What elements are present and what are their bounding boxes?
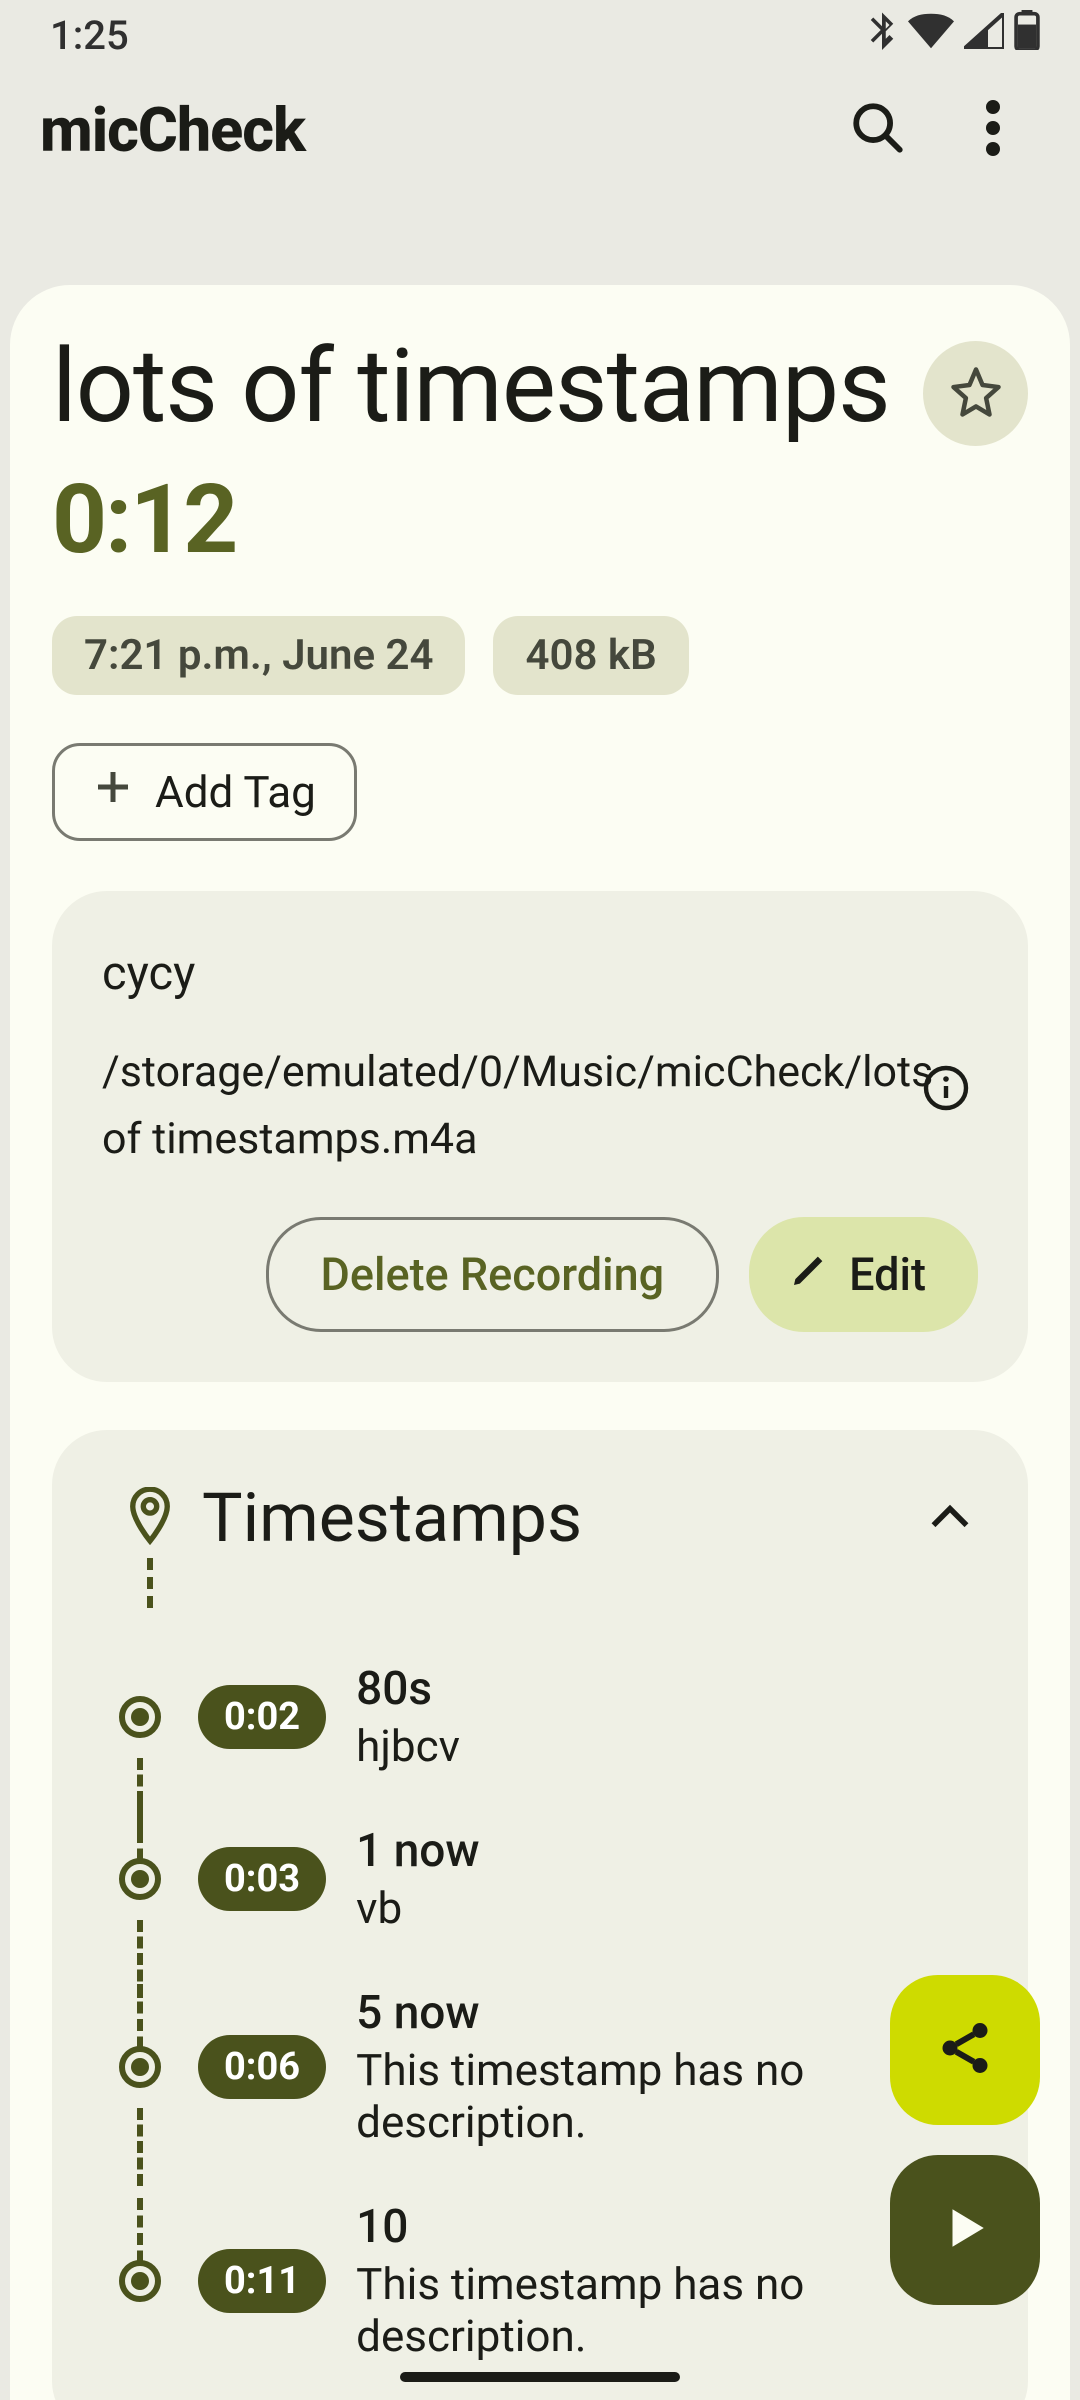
recording-duration: 0:12 (52, 464, 1028, 576)
timestamp-label: 10 (356, 2200, 980, 2254)
timestamp-time: 0:06 (198, 2035, 326, 2099)
wifi-icon (908, 12, 954, 59)
pencil-icon (789, 1248, 829, 1301)
info-button[interactable] (922, 1064, 970, 1116)
play-fab[interactable] (890, 2155, 1040, 2305)
edit-button[interactable]: Edit (749, 1217, 978, 1332)
timeline-dot-icon (119, 1858, 161, 1900)
timestamp-time: 0:11 (198, 2249, 326, 2313)
recording-title: lots of timestamps (52, 333, 890, 440)
recording-info-card: cycy /storage/emulated/0/Music/micCheck/… (52, 891, 1028, 1382)
datetime-chip: 7:21 p.m., June 24 (52, 616, 465, 695)
timestamp-label: 1 now (356, 1824, 980, 1878)
timestamp-time: 0:03 (198, 1847, 326, 1911)
status-time: 1:25 (50, 12, 129, 59)
timestamp-label: 80s (356, 1662, 980, 1716)
app-bar: micCheck (0, 70, 1080, 190)
favorite-button[interactable] (923, 341, 1028, 446)
battery-icon (1014, 10, 1040, 60)
timestamps-list: 0:02 80s hjbcv 0:03 1 now vb (100, 1636, 980, 2388)
timestamp-desc: This timestamp has no description. (356, 2044, 980, 2148)
status-bar: 1:25 (0, 0, 1080, 70)
timestamp-row[interactable]: 0:06 5 now This timestamp has no descrip… (100, 1960, 980, 2174)
recording-path: /storage/emulated/0/Music/micCheck/lots … (102, 1039, 912, 1172)
timestamps-header[interactable]: Timestamps (100, 1478, 980, 1558)
timeline-dot-icon (119, 1696, 161, 1738)
timestamp-row[interactable]: 0:02 80s hjbcv (100, 1636, 980, 1798)
edit-label: Edit (849, 1248, 926, 1301)
timeline-dot-icon (119, 2260, 161, 2302)
recording-note: cycy (102, 946, 978, 1001)
cell-signal-icon (964, 12, 1004, 59)
timestamp-desc: hjbcv (356, 1720, 980, 1772)
overflow-menu-button[interactable] (935, 73, 1050, 188)
timestamp-desc: vb (356, 1882, 980, 1934)
bluetooth-icon (866, 10, 898, 60)
collapse-button[interactable] (920, 1488, 980, 1548)
search-icon (849, 99, 907, 161)
chevron-up-icon (928, 1502, 972, 1534)
share-fab[interactable] (890, 1975, 1040, 2125)
star-outline-icon (949, 365, 1003, 423)
timestamp-label: 5 now (356, 1986, 980, 2040)
play-icon (940, 2203, 990, 2257)
delete-recording-button[interactable]: Delete Recording (266, 1217, 720, 1332)
plus-icon (93, 766, 133, 818)
timestamp-desc: This timestamp has no description. (356, 2258, 980, 2362)
add-tag-button[interactable]: Add Tag (52, 743, 357, 841)
timestamp-row[interactable]: 0:11 10 This timestamp has no descriptio… (100, 2174, 980, 2388)
nav-indicator (400, 2372, 680, 2382)
info-icon (922, 1097, 970, 1116)
status-right (866, 10, 1040, 60)
timestamps-card: Timestamps 0:02 80s hjbcv (52, 1430, 1028, 2400)
add-tag-label: Add Tag (155, 766, 316, 818)
search-button[interactable] (820, 73, 935, 188)
app-title: micCheck (40, 94, 820, 166)
more-vert-icon (986, 100, 1000, 160)
share-icon (935, 2018, 995, 2082)
filesize-chip: 408 kB (493, 616, 688, 695)
location-pin-icon (127, 1487, 173, 1549)
timestamps-title: Timestamps (202, 1478, 920, 1558)
timestamp-row[interactable]: 0:03 1 now vb (100, 1798, 980, 1960)
timeline-dot-icon (119, 2046, 161, 2088)
timestamp-time: 0:02 (198, 1685, 326, 1749)
